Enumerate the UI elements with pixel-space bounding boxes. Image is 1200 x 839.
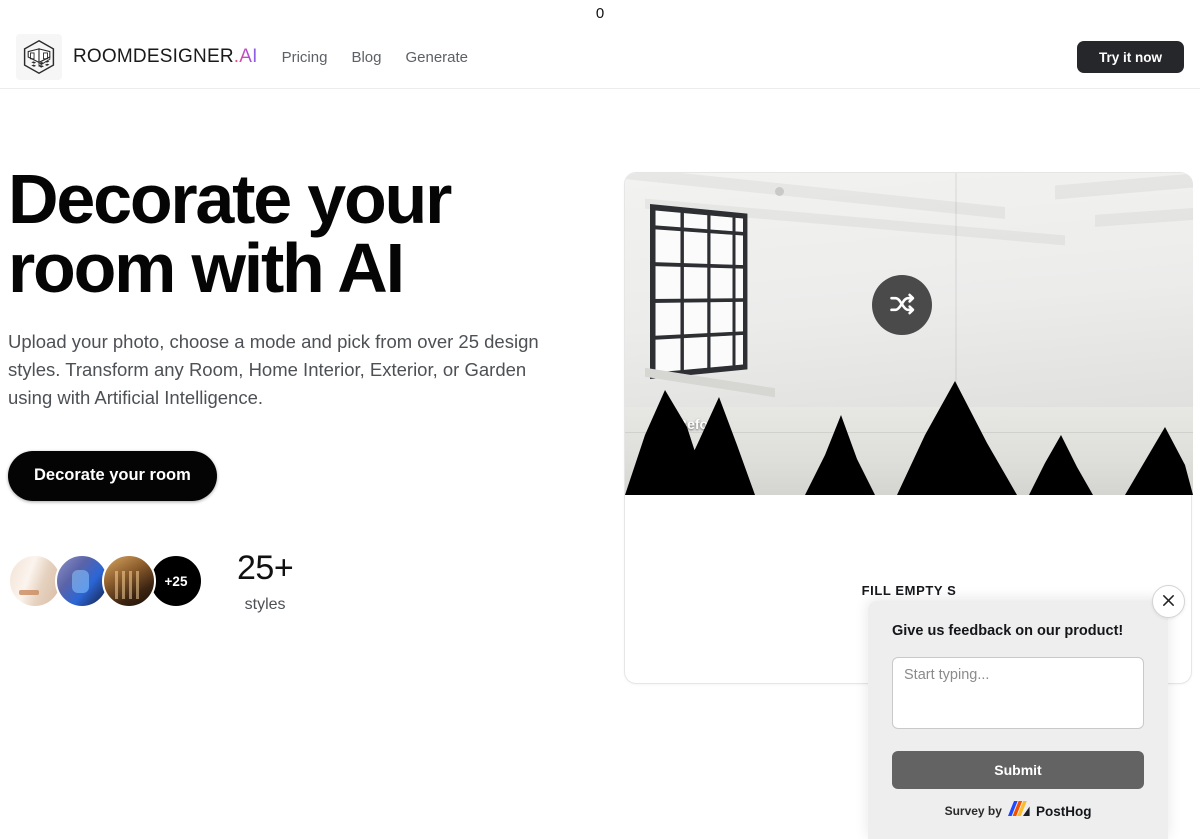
try-it-now-button[interactable]: Try it now	[1076, 41, 1184, 73]
hero-section: Decorate your room with AI Upload your p…	[0, 89, 1200, 839]
style-thumb-blue-futuristic[interactable]	[55, 554, 109, 609]
survey-title: Give us feedback on our product!	[892, 623, 1124, 639]
survey-submit-button[interactable]: Submit	[892, 751, 1144, 789]
close-icon	[1161, 593, 1176, 611]
survey-feedback-input[interactable]	[892, 657, 1144, 729]
isometric-room-cube-icon	[16, 34, 62, 80]
brand-name: ROOMDESIGNER.AI	[73, 46, 258, 68]
posthog-logo-icon	[1007, 801, 1030, 821]
style-avatar-stack: +25	[8, 554, 203, 609]
ceiling-beam	[1055, 173, 1193, 200]
main-nav: Pricing Blog Generate	[282, 49, 468, 66]
nav-item-blog[interactable]: Blog	[351, 49, 381, 66]
styles-label: styles	[244, 595, 286, 613]
feedback-survey-popup: Give us feedback on our product! Submit …	[868, 601, 1168, 839]
overlay-silhouette	[625, 381, 1193, 495]
styles-text-block: 25+ styles	[237, 548, 294, 614]
survey-footer-brand: PostHog	[1035, 803, 1092, 819]
ceiling-light	[775, 187, 784, 196]
nav-item-pricing[interactable]: Pricing	[282, 49, 328, 66]
survey-close-button[interactable]	[1152, 585, 1185, 618]
survey-footer: Survey by PostHog	[892, 801, 1144, 821]
styles-summary: +25 25+ styles	[8, 549, 588, 614]
brand-ai-suffix: .AI	[233, 46, 258, 67]
styles-count: 25+	[237, 548, 294, 587]
brand-logo[interactable]: ROOMDESIGNER.AI	[16, 34, 258, 80]
style-thumb-gothic-interior[interactable]	[102, 554, 156, 609]
page-title: Decorate your room with AI	[8, 160, 452, 308]
ceiling-beam	[1095, 207, 1193, 227]
survey-footer-prefix: Survey by	[944, 804, 1002, 818]
style-thumb-minimal-bedroom[interactable]	[8, 554, 62, 609]
nav-item-generate[interactable]: Generate	[405, 49, 468, 66]
page-counter: 0	[0, 0, 1200, 26]
style-more-badge[interactable]: +25	[149, 554, 203, 609]
room-preview-image[interactable]: Before	[625, 173, 1193, 495]
page-counter-value: 0	[595, 4, 605, 22]
site-header: ROOMDESIGNER.AI Pricing Blog Generate Tr…	[0, 26, 1200, 89]
hero-copy: Decorate your room with AI Upload your p…	[8, 160, 588, 614]
decorate-your-room-button[interactable]: Decorate your room	[8, 450, 217, 501]
preview-caption-text: FILL EMPTY S	[861, 582, 957, 598]
brand-name-text: ROOMDESIGNER	[73, 46, 234, 67]
hero-subtitle: Upload your photo, choose a mode and pic…	[8, 330, 539, 408]
